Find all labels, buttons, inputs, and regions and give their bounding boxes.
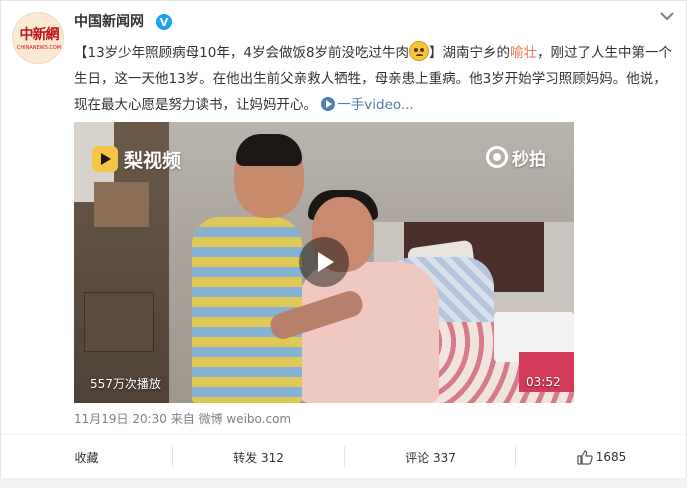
weibo-card: 中新網 CHINANEWS.COM 中国新闻网 V 【13岁少年照顾病母10年，… [0, 0, 687, 478]
chevron-down-icon[interactable] [657, 9, 677, 25]
video-link-label: 一手video... [337, 97, 414, 113]
emoji-sad-icon [409, 41, 430, 61]
post-text-part2: 】湖南宁乡的 [429, 45, 511, 61]
video-link[interactable]: 一手video... [321, 97, 414, 113]
thumb-up-icon [577, 449, 593, 465]
pear-video-logo-icon [92, 146, 118, 172]
verified-mark: V [159, 15, 169, 29]
play-icon[interactable] [299, 237, 349, 287]
verified-icon: V [156, 14, 172, 30]
avatar-logo-subtext: CHINANEWS.COM [16, 44, 62, 51]
like-button[interactable]: 1685 [516, 435, 687, 479]
avatar-logo-text: 中新網 [19, 26, 60, 43]
action-bar: 收藏 转发 312 评论 337 1685 [1, 434, 686, 478]
post-text-part1: 【13岁少年照顾病母10年，4岁会做饭8岁前没吃过牛肉 [74, 45, 410, 61]
video-views: 557万次播放 [90, 377, 161, 391]
avatar[interactable]: 中新網 CHINANEWS.COM [12, 12, 64, 64]
collect-label: 收藏 [74, 450, 99, 465]
pear-video-logo: 梨视频 [92, 144, 181, 174]
miaopai-icon [486, 146, 508, 168]
like-count: 1685 [595, 450, 627, 464]
user-mention-link[interactable]: 喻壮 [510, 45, 537, 61]
comment-button[interactable]: 评论 337 [345, 435, 516, 479]
comment-label: 评论 337 [405, 450, 456, 465]
post-meta[interactable]: 11月19日 20:30 来自 微博 weibo.com [74, 410, 291, 428]
miaopai-watermark: 秒拍 [486, 144, 546, 170]
post-text: 【13岁少年照顾病母10年，4岁会做饭8岁前没吃过牛肉 】湖南宁乡的喻壮，刚过了人… [74, 40, 674, 118]
avatar-logo: 中新網 CHINANEWS.COM [13, 13, 63, 63]
repost-label: 转发 312 [233, 450, 284, 465]
video-duration: 03:52 [526, 375, 561, 389]
collect-button[interactable]: 收藏 [1, 435, 172, 479]
user-name[interactable]: 中国新闻网 [74, 12, 144, 32]
repost-button[interactable]: 转发 312 [173, 435, 344, 479]
video-link-icon [321, 97, 336, 111]
miaopai-text: 秒拍 [512, 149, 546, 170]
video-player[interactable]: 梨视频 秒拍 557万次播放 03:52 [74, 122, 574, 403]
pear-video-logo-text: 梨视频 [124, 149, 182, 172]
